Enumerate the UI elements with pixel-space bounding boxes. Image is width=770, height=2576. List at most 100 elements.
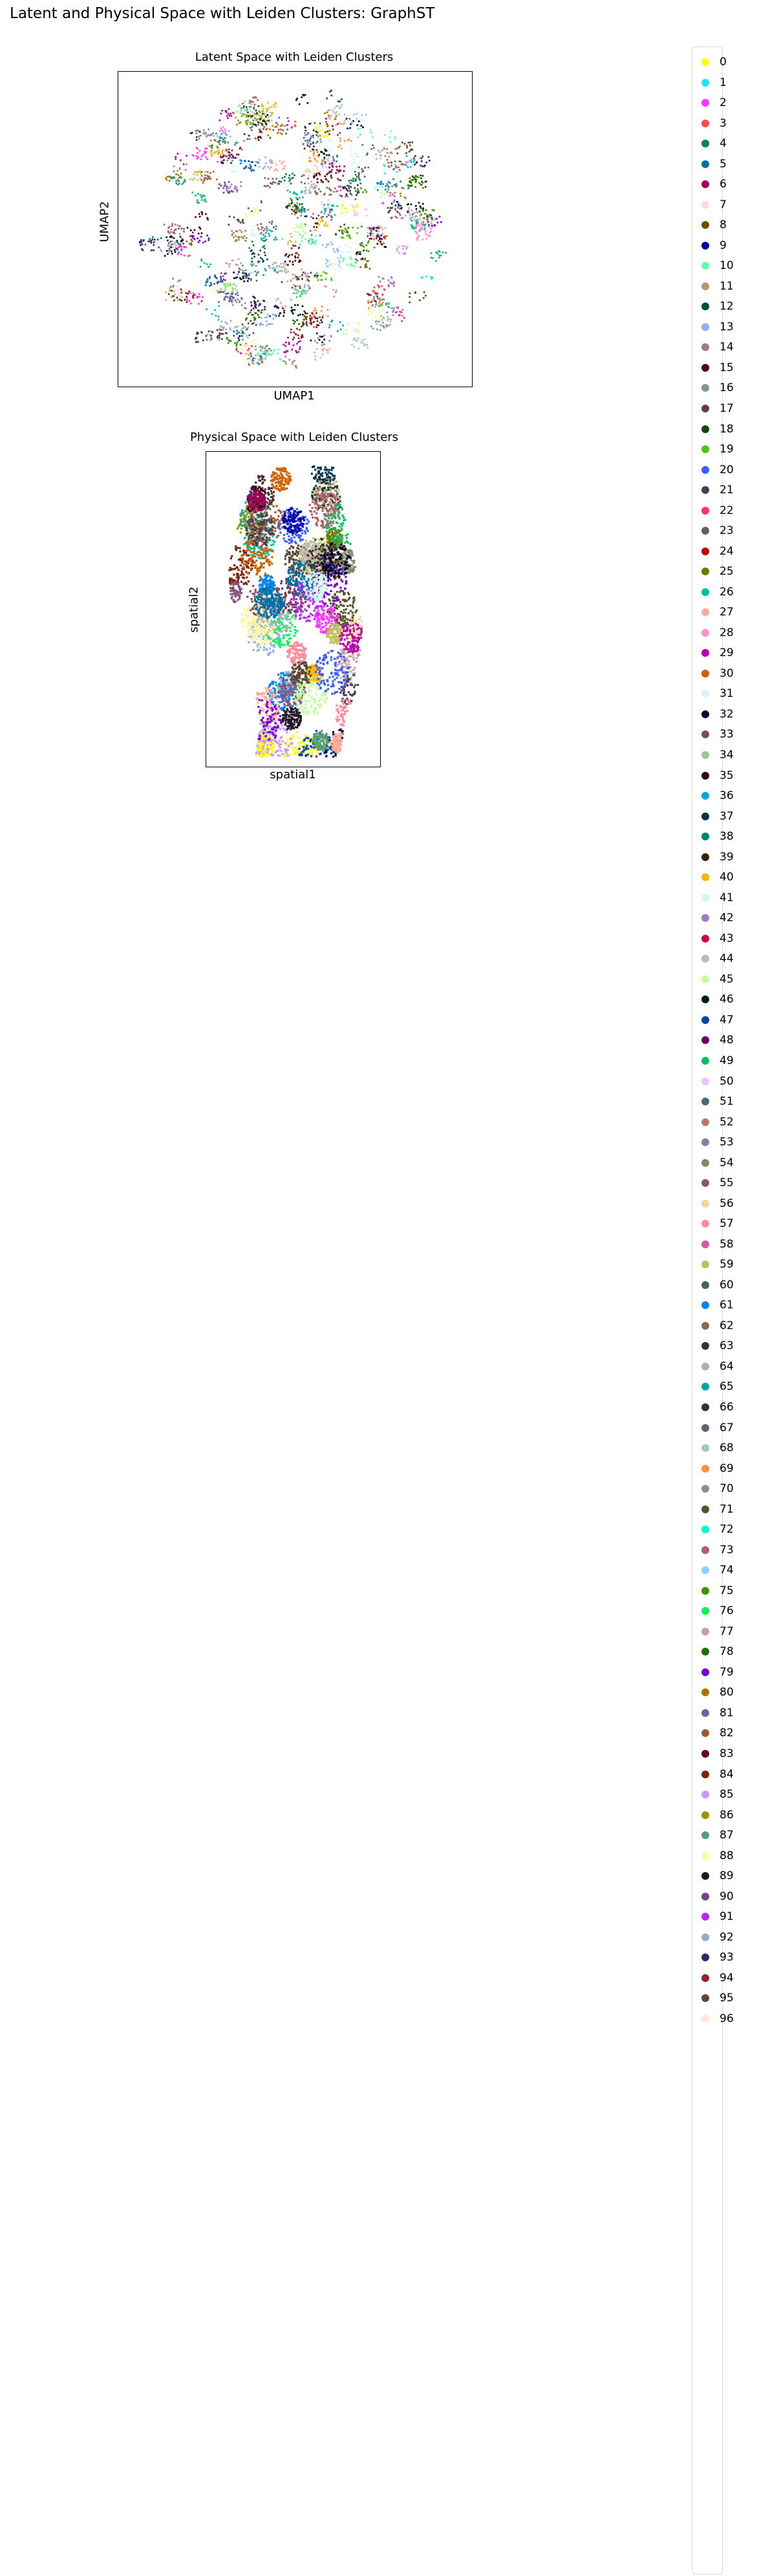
latent-point [394,204,397,207]
latent-point [394,160,396,163]
physical-point [289,630,292,632]
latent-point [412,176,415,179]
latent-point [262,226,264,229]
latent-point [336,123,339,125]
latent-point [262,310,264,312]
physical-point [294,629,296,632]
latent-point [359,244,362,247]
physical-point [232,599,235,601]
latent-point [199,177,202,180]
latent-point [272,226,275,229]
physical-point [291,624,294,626]
latent-point [313,310,315,312]
physical-point [283,644,286,646]
latent-point [413,218,416,221]
physical-point [314,613,317,616]
latent-point [231,233,233,235]
physical-point [345,608,347,610]
latent-point [360,125,363,127]
latent-point [243,235,246,238]
latent-point [377,284,379,287]
latent-point [220,337,223,340]
physical-point [309,752,312,755]
latent-point [316,341,319,344]
latent-point [390,164,393,167]
latent-point [394,136,396,138]
latent-point [312,154,315,156]
latent-point [328,163,331,165]
latent-point [300,181,303,184]
latent-point [262,127,264,130]
latent-point [229,262,231,265]
physical-points [228,465,363,758]
latent-point [168,290,171,292]
latent-point [330,89,332,92]
latent-point [169,244,171,247]
latent-point [200,171,203,173]
physical-point [293,634,295,637]
latent-point [250,263,252,266]
latent-point [226,262,228,264]
latent-point [400,217,403,220]
latent-point [355,194,358,197]
latent-point [257,99,259,101]
latent-point [394,185,397,187]
latent-point [260,231,262,234]
physical-point [283,674,285,676]
latent-point [248,134,250,137]
latent-point [180,299,183,302]
latent-point [424,233,427,235]
latent-point [178,246,181,248]
latent-point [228,284,231,286]
latent-point [180,176,182,179]
latent-point [380,317,382,319]
latent-point [204,131,207,134]
latent-point [175,295,177,298]
latent-point [330,171,333,173]
latent-point [198,215,201,218]
physical-point [347,598,350,601]
latent-point [352,163,354,165]
latent-point [384,155,387,157]
latent-point [398,169,401,171]
latent-point [253,117,256,120]
latent-point [244,229,247,232]
latent-point [219,336,221,339]
physical-point [264,488,266,491]
latent-point [206,135,208,138]
latent-point [337,257,339,259]
latent-point [290,310,293,312]
latent-point [235,263,237,266]
latent-point [438,215,441,218]
latent-point [280,128,283,131]
latent-point [272,266,275,269]
latent-point [428,235,431,237]
physical-point [288,618,291,621]
physical-point [280,643,283,646]
latent-point [229,156,231,158]
latent-point [213,282,216,285]
latent-point [325,135,326,138]
latent-point [354,265,356,268]
latent-point [158,246,160,249]
latent-point [321,316,324,319]
latent-point [359,178,361,181]
latent-point [316,222,319,225]
latent-point [359,341,362,344]
latent-point [361,191,364,193]
latent-point [343,170,345,173]
latent-point [260,312,262,314]
latent-point [191,178,194,181]
latent-point [354,187,356,189]
latent-point [391,193,394,196]
latent-point [268,235,271,237]
latent-point [226,282,229,285]
physical-point [244,537,246,539]
latent-point [235,345,238,347]
latent-point [178,176,180,179]
latent-point [334,291,337,293]
latent-point [305,290,308,292]
latent-point [319,171,321,173]
latent-point [167,250,170,253]
latent-point [260,323,262,326]
